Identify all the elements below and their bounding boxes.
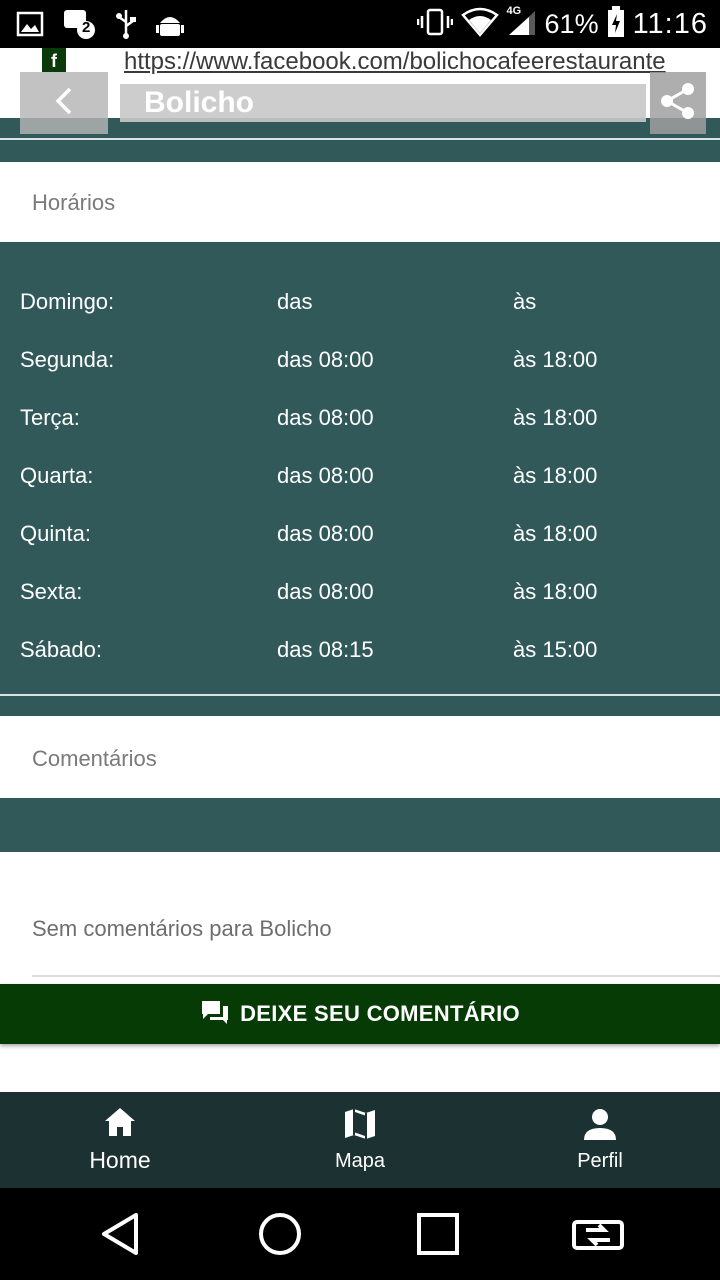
comments-band	[0, 798, 720, 852]
open-time: das 08:00	[277, 579, 374, 604]
home-icon	[103, 1106, 137, 1143]
comments-title: Comentários	[32, 746, 157, 771]
comments-divider	[32, 975, 720, 977]
share-icon	[660, 82, 696, 125]
android-debug-icon	[156, 9, 184, 44]
day-label: Sexta:	[20, 579, 83, 604]
system-switch-app-button[interactable]	[568, 1206, 628, 1266]
nav-home-label: Home	[89, 1147, 151, 1173]
hours-row-segunda: Segunda: das 08:00 às 18:00	[0, 340, 720, 380]
map-icon	[343, 1107, 377, 1146]
hours-title: Horários	[32, 190, 116, 215]
nav-profile-label: Perfil	[577, 1150, 623, 1172]
comments-icon	[200, 999, 230, 1030]
home-circle-icon	[257, 1211, 303, 1262]
battery-percent: 61%	[544, 9, 599, 39]
hours-row-terca: Terça: das 08:00 às 18:00	[0, 398, 720, 438]
day-label: Terça:	[20, 405, 80, 430]
wifi-icon	[460, 7, 499, 42]
nav-profile[interactable]: Perfil	[480, 1092, 720, 1188]
header-divider	[0, 138, 720, 140]
system-recents-button[interactable]	[408, 1206, 468, 1266]
close-time: às 18:00	[513, 521, 598, 546]
header: f https://www.facebook.com/bolichocafeer…	[0, 48, 720, 162]
close-time: às 18:00	[513, 347, 598, 372]
hours-row-sexta: Sexta: das 08:00 às 18:00	[0, 572, 720, 612]
vibrate-icon	[416, 7, 453, 42]
battery-charging-icon	[607, 6, 625, 43]
system-back-button[interactable]	[90, 1206, 150, 1266]
system-home-button[interactable]	[250, 1206, 310, 1266]
share-button[interactable]	[650, 72, 706, 134]
hours-row-sabado: Sábado: das 08:15 às 15:00	[0, 630, 720, 670]
open-time: das	[277, 289, 313, 314]
hours-divider	[0, 694, 720, 696]
status-bar: 2 4G 61% 11:16	[0, 0, 720, 48]
signal-icon: 4G	[507, 5, 537, 42]
leave-comment-button[interactable]: DEIXE SEU COMENTÁRIO	[0, 984, 720, 1044]
nav-map[interactable]: Mapa	[240, 1092, 480, 1188]
open-time: das 08:15	[277, 637, 374, 662]
notification-count-icon: 2	[62, 8, 96, 45]
hours-row-domingo: Domingo: das às	[0, 282, 720, 322]
open-time: das 08:00	[277, 347, 374, 372]
back-button[interactable]	[20, 72, 108, 134]
day-label: Domingo:	[20, 289, 115, 314]
chevron-left-icon	[52, 86, 76, 121]
open-time: das 08:00	[277, 463, 374, 488]
image-icon	[16, 10, 44, 43]
open-time: das 08:00	[277, 405, 374, 430]
facebook-link[interactable]: https://www.facebook.com/bolichocafeeres…	[124, 48, 666, 76]
close-time: às 15:00	[513, 637, 598, 662]
clock: 11:16	[632, 8, 708, 40]
open-time: das 08:00	[277, 521, 374, 546]
hours-table: Domingo: das às Segunda: das 08:00 às 18…	[0, 242, 720, 716]
recents-square-icon	[415, 1211, 461, 1262]
comments-header: Comentários	[0, 718, 720, 798]
header-band	[0, 118, 720, 162]
day-label: Quarta:	[20, 463, 94, 488]
page-title: Bolicho	[144, 86, 254, 119]
close-time: às 18:00	[513, 405, 598, 430]
system-navigation-bar	[0, 1188, 720, 1280]
person-icon	[583, 1107, 617, 1146]
nav-map-label: Mapa	[334, 1150, 386, 1172]
close-time: às 18:00	[513, 463, 598, 488]
nav-home[interactable]: Home	[0, 1092, 240, 1188]
facebook-icon[interactable]: f	[42, 48, 66, 72]
back-triangle-icon	[98, 1211, 142, 1262]
close-time: às 18:00	[513, 579, 598, 604]
hours-row-quinta: Quinta: das 08:00 às 18:00	[0, 514, 720, 554]
close-time: às	[513, 289, 537, 314]
no-comments-text: Sem comentários para Bolicho	[32, 916, 332, 941]
day-label: Quinta:	[20, 521, 91, 546]
title-bar: Bolicho	[120, 84, 646, 122]
leave-comment-label: DEIXE SEU COMENTÁRIO	[240, 1001, 520, 1026]
bottom-navigation: Home Mapa Perfil	[0, 1092, 720, 1188]
hours-row-quarta: Quarta: das 08:00 às 18:00	[0, 456, 720, 496]
hours-header: Horários	[0, 162, 720, 242]
day-label: Sábado:	[20, 637, 102, 662]
day-label: Segunda:	[20, 347, 115, 372]
usb-icon	[114, 8, 138, 45]
switch-app-icon	[570, 1214, 626, 1259]
